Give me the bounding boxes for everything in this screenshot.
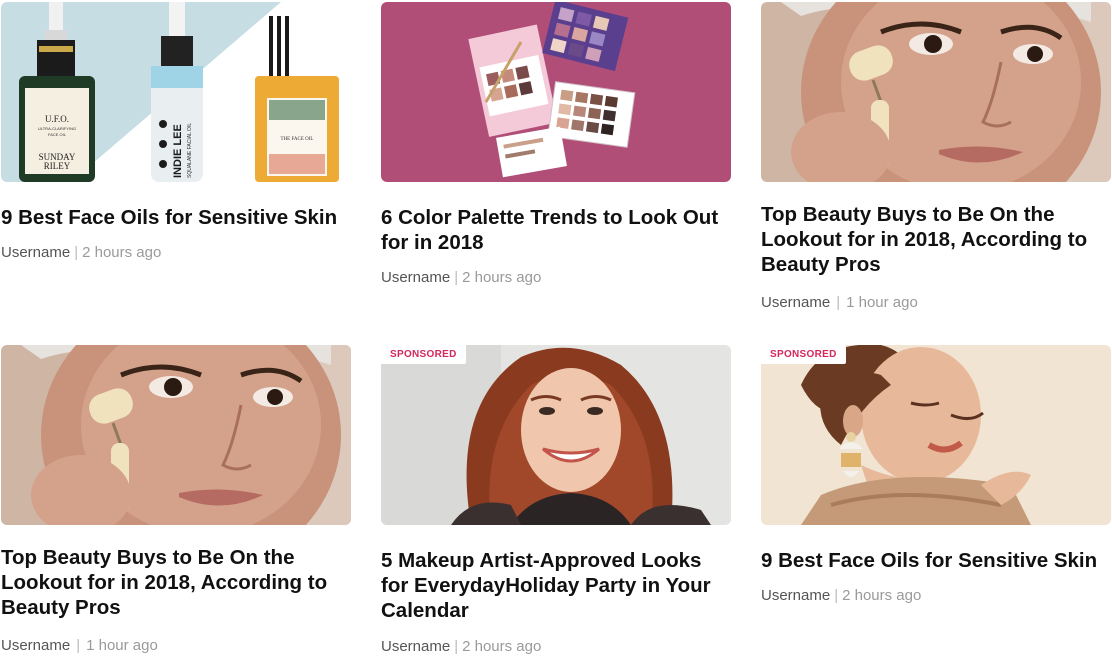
- article-image-palettes[interactable]: [381, 2, 731, 182]
- article-image-smiling-woman[interactable]: SPONSORED: [381, 345, 731, 525]
- svg-text:ULTRA-CLARIFYING: ULTRA-CLARIFYING: [38, 126, 76, 131]
- author-link[interactable]: Username: [381, 638, 450, 655]
- article-card[interactable]: Top Beauty Buys to Be On the Lookout for…: [761, 2, 1111, 313]
- article-meta: Username | 1 hour ago: [761, 293, 1111, 313]
- meta-separator: |: [76, 637, 81, 654]
- article-image-jade-roller[interactable]: [761, 2, 1111, 182]
- svg-text:SQUALANE FACIAL OIL: SQUALANE FACIAL OIL: [187, 123, 193, 178]
- article-meta: Username | 2 hours ago: [1, 243, 351, 263]
- article-card[interactable]: SPONSORED 5 Makeup Artist-Approved Looks…: [381, 345, 731, 657]
- author-link[interactable]: Username: [761, 294, 830, 311]
- article-card[interactable]: 6 Color Palette Trends to Look Out for i…: [381, 2, 731, 288]
- meta-separator: |: [834, 587, 839, 604]
- author-link[interactable]: Username: [381, 269, 450, 286]
- sponsored-badge: SPONSORED: [761, 345, 846, 364]
- svg-text:THE FACE OIL: THE FACE OIL: [281, 137, 314, 142]
- article-meta: Username | 2 hours ago: [381, 637, 731, 657]
- meta-separator: |: [454, 638, 459, 655]
- article-title[interactable]: Top Beauty Buys to Be On the Lookout for…: [1, 545, 351, 620]
- article-title[interactable]: 9 Best Face Oils for Sensitive Skin: [761, 548, 1111, 573]
- svg-text:FACE OIL: FACE OIL: [48, 132, 67, 137]
- smiling-redhead-photo: [381, 345, 731, 525]
- meta-separator: |: [74, 244, 79, 261]
- article-title[interactable]: 9 Best Face Oils for Sensitive Skin: [1, 205, 351, 230]
- article-image-jade-roller[interactable]: [1, 345, 351, 525]
- svg-text:RILEY: RILEY: [44, 161, 71, 171]
- article-card[interactable]: SPONSORED 9 Best Face Oils for Sensitive…: [761, 345, 1111, 606]
- jade-roller-photo: [761, 2, 1111, 182]
- author-link[interactable]: Username: [1, 637, 70, 654]
- author-link[interactable]: Username: [761, 587, 830, 604]
- post-time: 2 hours ago: [842, 587, 922, 604]
- meta-separator: |: [836, 294, 841, 311]
- article-title[interactable]: 6 Color Palette Trends to Look Out for i…: [381, 205, 731, 255]
- post-time: 1 hour ago: [86, 637, 158, 654]
- article-meta: Username | 1 hour ago: [1, 636, 351, 656]
- article-card[interactable]: U.F.O. ULTRA-CLARIFYING FACE OIL SUNDAY …: [1, 2, 351, 263]
- author-link[interactable]: Username: [1, 244, 70, 261]
- article-title[interactable]: 5 Makeup Artist-Approved Looks for Every…: [381, 548, 731, 623]
- bottle2-brand: INDIE LEE: [172, 124, 184, 178]
- meta-separator: |: [454, 269, 459, 286]
- face-oils-illustration: U.F.O. ULTRA-CLARIFYING FACE OIL SUNDAY …: [1, 2, 351, 182]
- post-time: 2 hours ago: [462, 269, 542, 286]
- article-image-face-oils[interactable]: U.F.O. ULTRA-CLARIFYING FACE OIL SUNDAY …: [1, 2, 351, 182]
- post-time: 1 hour ago: [846, 294, 918, 311]
- post-time: 2 hours ago: [462, 638, 542, 655]
- article-grid: U.F.O. ULTRA-CLARIFYING FACE OIL SUNDAY …: [0, 0, 1112, 660]
- jade-roller-photo: [1, 345, 351, 525]
- post-time: 2 hours ago: [82, 244, 162, 261]
- sponsored-badge: SPONSORED: [381, 345, 466, 364]
- earring-woman-photo: [761, 345, 1111, 525]
- article-image-earring-woman[interactable]: SPONSORED: [761, 345, 1111, 525]
- article-title[interactable]: Top Beauty Buys to Be On the Lookout for…: [761, 202, 1111, 277]
- article-meta: Username | 2 hours ago: [381, 268, 731, 288]
- bottle1-name: U.F.O.: [45, 114, 69, 124]
- palettes-illustration: [381, 2, 731, 182]
- article-card[interactable]: Top Beauty Buys to Be On the Lookout for…: [1, 345, 351, 656]
- article-meta: Username | 2 hours ago: [761, 586, 1111, 606]
